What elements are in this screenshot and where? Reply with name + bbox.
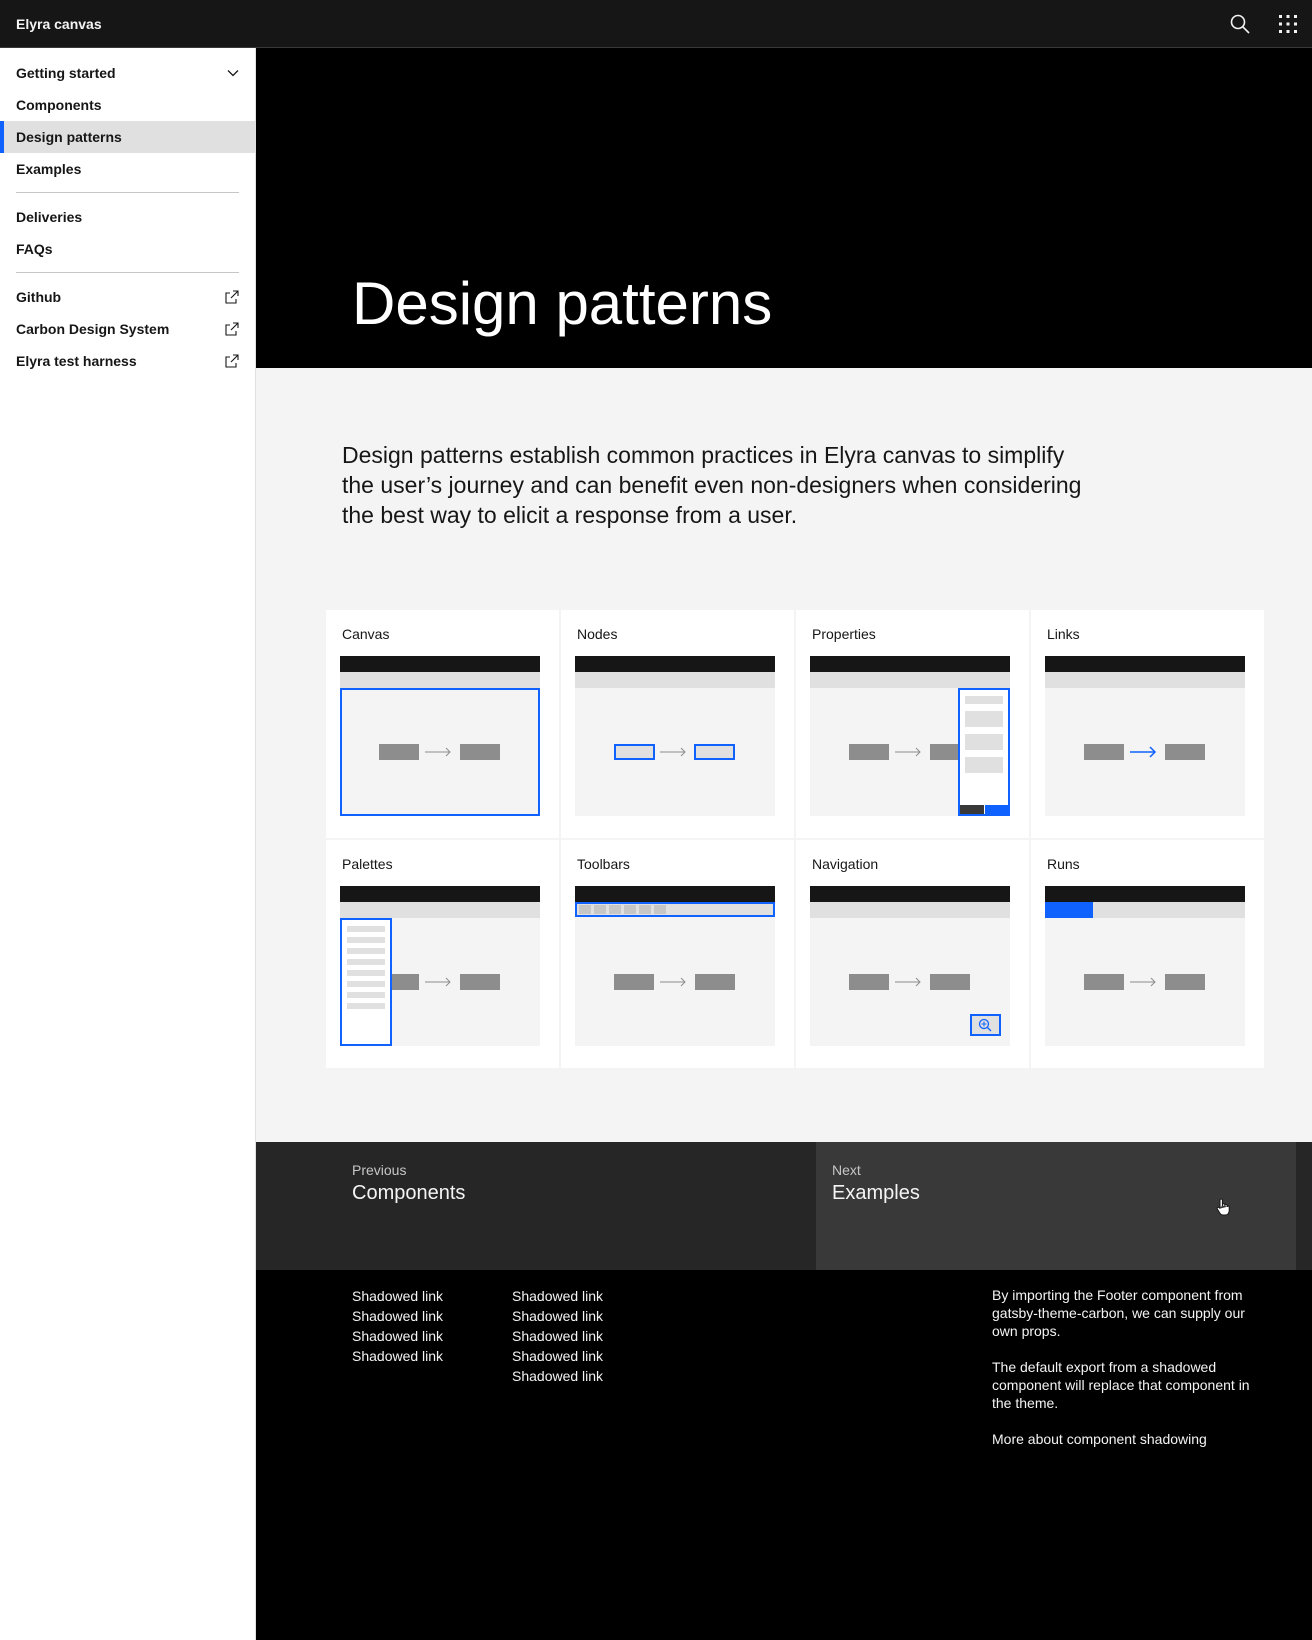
sidebar-item-label: Deliveries xyxy=(16,209,83,225)
tile-links[interactable]: Links xyxy=(1031,610,1264,838)
footer-info-paragraph: By importing the Footer component from g… xyxy=(992,1287,1245,1339)
tile-label: Navigation xyxy=(812,856,879,872)
footer-link[interactable]: Shadowed link xyxy=(512,1366,603,1386)
footer-info-paragraph: The default export from a shadowed compo… xyxy=(992,1359,1250,1411)
intro-paragraph: Design patterns establish common practic… xyxy=(342,442,1082,528)
site-footer: Shadowed link Shadowed link Shadowed lin… xyxy=(256,1270,1312,1640)
footer-link[interactable]: Shadowed link xyxy=(352,1346,443,1366)
main-content: Design patterns Design patterns establis… xyxy=(256,48,1312,1640)
footer-info: By importing the Footer component from g… xyxy=(992,1286,1254,1448)
sidebar-item-label: FAQs xyxy=(16,241,53,257)
top-header: Elyra canvas xyxy=(0,0,1312,48)
footer-link[interactable]: Shadowed link xyxy=(352,1286,443,1306)
sidebar-item-design-patterns[interactable]: Design patterns xyxy=(0,121,255,153)
hand-pointer-icon xyxy=(1216,1198,1230,1216)
tile-label: Nodes xyxy=(577,626,618,642)
tile-toolbars[interactable]: Toolbars xyxy=(561,840,794,1068)
next-label: Next xyxy=(832,1162,861,1178)
navigation-thumbnail xyxy=(810,886,1010,1046)
tile-runs[interactable]: Runs xyxy=(1031,840,1264,1068)
app-switcher-button[interactable] xyxy=(1264,0,1312,48)
pattern-tile-grid: Canvas Nodes Properties Links Palettes T… xyxy=(326,610,1264,1068)
palettes-thumbnail xyxy=(340,886,540,1046)
tile-label: Properties xyxy=(812,626,876,642)
previous-page-title: Components xyxy=(352,1182,466,1204)
tile-label: Links xyxy=(1047,626,1080,642)
launch-icon xyxy=(225,354,239,368)
sidebar-item-faqs[interactable]: FAQs xyxy=(0,233,255,265)
tile-label: Canvas xyxy=(342,626,390,642)
sidebar-item-examples[interactable]: Examples xyxy=(0,153,255,185)
footer-link[interactable]: Shadowed link xyxy=(512,1286,603,1306)
sidebar-item-github[interactable]: Github xyxy=(0,281,255,313)
runs-thumbnail xyxy=(1045,886,1245,1046)
nav-divider xyxy=(16,272,239,273)
sidebar-item-label: Design patterns xyxy=(16,129,122,145)
sidebar-item-getting-started[interactable]: Getting started xyxy=(0,57,255,89)
footer-links-column-1: Shadowed link Shadowed link Shadowed lin… xyxy=(352,1286,443,1366)
footer-link[interactable]: Shadowed link xyxy=(512,1326,603,1346)
properties-thumbnail xyxy=(810,656,1010,816)
sidebar-item-carbon-design-system[interactable]: Carbon Design System xyxy=(0,313,255,345)
component-shadowing-link[interactable]: More about component shadowing xyxy=(992,1431,1207,1447)
sidebar-item-label: Examples xyxy=(16,161,82,177)
nav-group-external: Github Carbon Design System Elyra test h… xyxy=(0,281,255,377)
toolbars-thumbnail xyxy=(575,886,775,1046)
app-switcher-icon xyxy=(1279,14,1297,33)
links-thumbnail xyxy=(1045,656,1245,816)
tile-canvas[interactable]: Canvas xyxy=(326,610,559,838)
page-hero: Design patterns xyxy=(256,48,1312,368)
sidebar-item-label: Github xyxy=(16,289,62,305)
footer-link[interactable]: Shadowed link xyxy=(352,1326,443,1346)
app-title[interactable]: Elyra canvas xyxy=(0,16,1216,32)
tile-label: Palettes xyxy=(342,856,393,872)
tile-navigation[interactable]: Navigation xyxy=(796,840,1029,1068)
tile-label: Runs xyxy=(1047,856,1080,872)
tile-palettes[interactable]: Palettes xyxy=(326,840,559,1068)
sidebar-item-label: Carbon Design System xyxy=(16,321,170,337)
nav-group-main: Getting started Components Design patter… xyxy=(0,48,255,185)
footer-link[interactable]: Shadowed link xyxy=(512,1346,603,1366)
next-page-link[interactable]: Next Examples xyxy=(816,1142,1296,1270)
footer-links-column-2: Shadowed link Shadowed link Shadowed lin… xyxy=(512,1286,603,1386)
footer-link[interactable]: Shadowed link xyxy=(352,1306,443,1326)
sidebar-item-components[interactable]: Components xyxy=(0,89,255,121)
content-area: Design patterns establish common practic… xyxy=(256,368,1312,1142)
sidebar-item-label: Elyra test harness xyxy=(16,353,137,369)
page-pagination: Previous Components Next Examples xyxy=(256,1142,1312,1270)
previous-page-link[interactable]: Previous Components xyxy=(256,1142,816,1270)
chevron-down-icon xyxy=(227,70,239,77)
footer-link[interactable]: Shadowed link xyxy=(512,1306,603,1326)
nodes-thumbnail xyxy=(575,656,775,816)
tile-nodes[interactable]: Nodes xyxy=(561,610,794,838)
sidebar-item-label: Getting started xyxy=(16,65,116,81)
page-title: Design patterns xyxy=(352,270,773,337)
tile-label: Toolbars xyxy=(577,856,630,872)
sidebar-item-elyra-test-harness[interactable]: Elyra test harness xyxy=(0,345,255,377)
launch-icon xyxy=(225,322,239,336)
launch-icon xyxy=(225,290,239,304)
tile-properties[interactable]: Properties xyxy=(796,610,1029,838)
sidebar-item-deliveries[interactable]: Deliveries xyxy=(0,201,255,233)
canvas-thumbnail xyxy=(340,656,540,816)
nav-group-support: Deliveries FAQs xyxy=(0,201,255,265)
side-nav: Getting started Components Design patter… xyxy=(0,48,256,1640)
nav-divider xyxy=(16,192,239,193)
search-icon xyxy=(1230,14,1250,34)
sidebar-item-label: Components xyxy=(16,97,102,113)
previous-label: Previous xyxy=(352,1162,407,1178)
search-button[interactable] xyxy=(1216,0,1264,48)
